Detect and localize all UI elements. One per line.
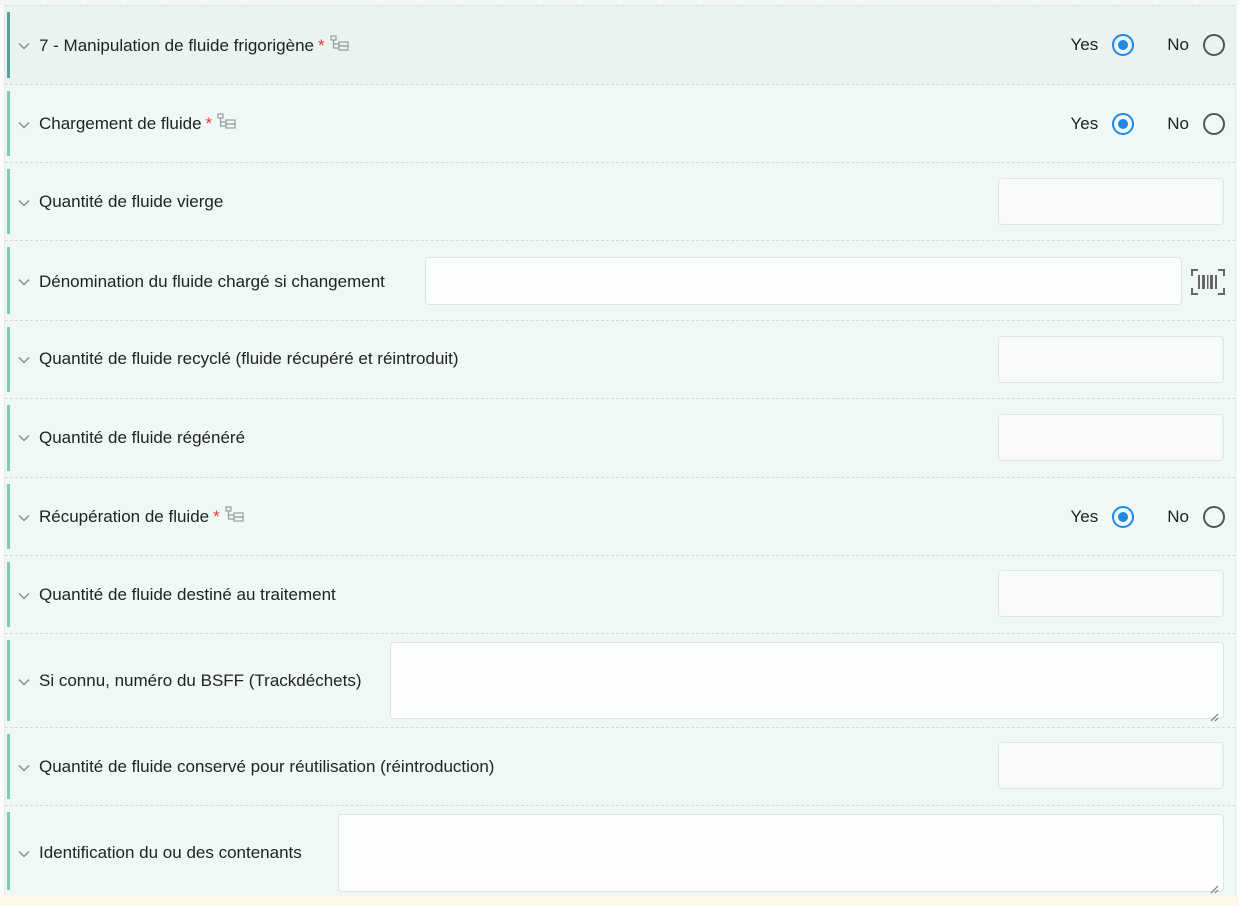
- yes-no-radio-group: Yes No: [1071, 34, 1225, 56]
- row-denomination: Dénomination du fluide chargé si changem…: [5, 240, 1235, 320]
- barcode-scan-icon[interactable]: [1191, 269, 1225, 295]
- field-label: Quantité de fluide vierge: [39, 192, 224, 211]
- radio-yes[interactable]: Yes: [1071, 34, 1135, 56]
- field-label: Quantité de fluide conservé pour réutili…: [39, 757, 495, 776]
- bottom-strip: [0, 896, 1239, 906]
- unit-label: kg: [1222, 415, 1223, 460]
- row-contenants: Identification du ou des contenants: [5, 805, 1235, 896]
- label-text: 7 - Manipulation de fluide frigorigène: [39, 36, 315, 55]
- row-quantite-regenere: Quantité de fluide régénéré kg: [5, 398, 1235, 477]
- hierarchy-icon: [217, 113, 237, 134]
- quantity-input-group: kg: [998, 414, 1224, 461]
- radio-yes[interactable]: Yes: [1071, 506, 1135, 528]
- denomination-input[interactable]: [425, 257, 1182, 305]
- unit-label: kg: [1222, 571, 1223, 616]
- quantity-input[interactable]: [999, 571, 1222, 616]
- radio-no[interactable]: No: [1167, 506, 1225, 528]
- row-accent-bar: [7, 327, 10, 392]
- quantity-input[interactable]: [999, 415, 1222, 460]
- contenants-textarea[interactable]: [338, 814, 1224, 892]
- radio-no-control[interactable]: [1203, 34, 1225, 56]
- chevron-down-icon[interactable]: [17, 761, 31, 775]
- chevron-down-icon[interactable]: [17, 511, 31, 525]
- radio-yes-control[interactable]: [1112, 506, 1135, 528]
- quantity-input-group: kg: [998, 178, 1224, 225]
- row-quantite-vierge: Quantité de fluide vierge kg: [5, 162, 1235, 240]
- unit-label: kg: [1222, 743, 1223, 788]
- radio-yes-label: Yes: [1070, 507, 1099, 526]
- field-label: Quantité de fluide recyclé (fluide récup…: [39, 349, 459, 368]
- chevron-down-icon[interactable]: [17, 39, 31, 53]
- chevron-down-icon[interactable]: [17, 675, 31, 689]
- quantity-input[interactable]: [999, 743, 1222, 788]
- row-manipulation: 7 - Manipulation de fluide frigorigène * …: [5, 5, 1235, 84]
- bsff-textarea[interactable]: [390, 642, 1224, 719]
- row-accent-bar: [7, 405, 10, 471]
- chevron-down-icon[interactable]: [17, 118, 31, 132]
- radio-no[interactable]: No: [1167, 34, 1225, 56]
- yes-no-radio-group: Yes No: [1071, 113, 1225, 135]
- radio-no-control[interactable]: [1203, 506, 1225, 528]
- row-bsff: Si connu, numéro du BSFF (Trackdéchets): [5, 633, 1235, 727]
- row-quantite-conserve: Quantité de fluide conservé pour réutili…: [5, 727, 1235, 805]
- label-text: Chargement de fluide: [39, 114, 202, 133]
- resize-handle-icon[interactable]: [1209, 879, 1219, 894]
- radio-no[interactable]: No: [1167, 113, 1225, 135]
- quantity-input[interactable]: [999, 179, 1222, 224]
- chevron-down-icon[interactable]: [17, 847, 31, 861]
- unit-label: kg: [1222, 337, 1223, 382]
- row-quantite-traitement: Quantité de fluide destiné au traitement…: [5, 555, 1235, 633]
- row-chargement: Chargement de fluide * Yes No: [5, 84, 1235, 162]
- field-label: 7 - Manipulation de fluide frigorigène *: [39, 35, 350, 57]
- resize-handle-icon[interactable]: [1209, 707, 1219, 722]
- chevron-down-icon[interactable]: [17, 589, 31, 603]
- radio-no-control[interactable]: [1203, 113, 1225, 135]
- hierarchy-icon: [225, 506, 245, 527]
- radio-yes-control[interactable]: [1112, 34, 1135, 56]
- field-label: Quantité de fluide destiné au traitement: [39, 585, 336, 604]
- radio-no-label: No: [1167, 35, 1189, 54]
- row-quantite-recycle: Quantité de fluide recyclé (fluide récup…: [5, 320, 1235, 398]
- quantity-input[interactable]: [999, 337, 1222, 382]
- unit-label: kg: [1222, 179, 1223, 224]
- radio-no-label: No: [1167, 507, 1189, 526]
- radio-yes[interactable]: Yes: [1071, 113, 1135, 135]
- chevron-down-icon[interactable]: [17, 275, 31, 289]
- quantity-input-group: kg: [998, 742, 1224, 789]
- field-label: Si connu, numéro du BSFF (Trackdéchets): [39, 671, 362, 690]
- chevron-down-icon[interactable]: [17, 196, 31, 210]
- field-label: Récupération de fluide *: [39, 506, 245, 528]
- row-accent-bar: [7, 247, 10, 314]
- row-recuperation: Récupération de fluide * Yes No: [5, 477, 1235, 555]
- row-accent-bar: [7, 734, 10, 799]
- yes-no-radio-group: Yes No: [1071, 506, 1225, 528]
- field-label: Chargement de fluide *: [39, 113, 237, 135]
- radio-yes-label: Yes: [1070, 35, 1099, 54]
- quantity-input-group: kg: [998, 570, 1224, 617]
- row-accent-bar: [7, 484, 10, 549]
- field-label: Dénomination du fluide chargé si changem…: [39, 272, 385, 291]
- field-label: Quantité de fluide régénéré: [39, 428, 246, 447]
- radio-yes-label: Yes: [1070, 114, 1099, 133]
- row-accent-bar: [7, 91, 10, 156]
- row-accent-bar: [7, 640, 10, 721]
- field-label: Identification du ou des contenants: [39, 843, 302, 862]
- radio-yes-control[interactable]: [1112, 113, 1135, 135]
- radio-no-label: No: [1167, 114, 1189, 133]
- hierarchy-icon: [330, 35, 350, 56]
- label-text: Récupération de fluide: [39, 507, 210, 526]
- chevron-down-icon[interactable]: [17, 353, 31, 367]
- required-marker: *: [318, 36, 325, 55]
- row-accent-bar: [7, 12, 10, 78]
- quantity-input-group: kg: [998, 336, 1224, 383]
- fluid-handling-form: 7 - Manipulation de fluide frigorigène * …: [4, 5, 1236, 896]
- required-marker: *: [205, 114, 213, 133]
- row-accent-bar: [7, 812, 10, 890]
- row-accent-bar: [7, 169, 10, 234]
- chevron-down-icon[interactable]: [17, 431, 31, 445]
- required-marker: *: [213, 507, 220, 526]
- row-accent-bar: [7, 562, 10, 627]
